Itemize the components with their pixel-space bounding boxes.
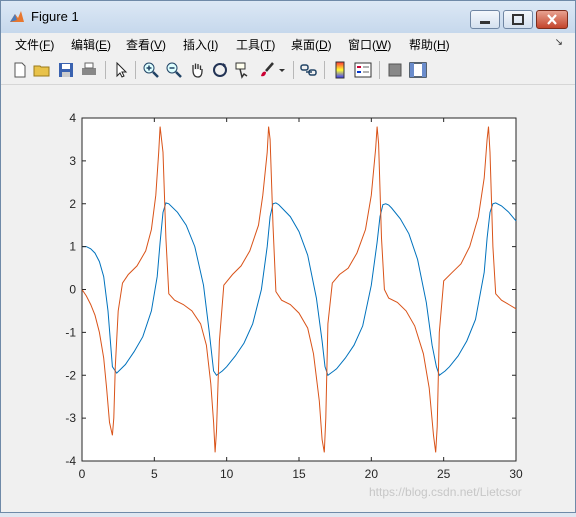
minimize-button[interactable] (470, 10, 500, 29)
x-tick-label: 30 (509, 467, 523, 481)
menu-window[interactable]: 窗口(W) (348, 36, 391, 53)
x-tick-label: 5 (151, 467, 158, 481)
legend-icon[interactable] (354, 61, 372, 79)
brush-icon[interactable] (258, 61, 276, 79)
open-icon[interactable] (33, 61, 51, 79)
close-button[interactable] (536, 10, 568, 29)
figure-area: 0 5 10 15 20 25 30 -4 -3 -2 -1 0 1 2 3 4 (1, 85, 575, 512)
minimize-icon (480, 21, 490, 24)
y-tick-label: -2 (65, 368, 76, 382)
save-icon[interactable] (57, 61, 75, 79)
maximize-icon (512, 14, 524, 25)
menu-view[interactable]: 查看(V) (126, 36, 166, 53)
y-tick-label: -1 (65, 325, 76, 339)
x-tick-label: 10 (220, 467, 234, 481)
toolbar (1, 56, 575, 85)
toolbar-separator (135, 61, 136, 79)
toolbar-separator (293, 61, 294, 79)
print-icon[interactable] (80, 61, 98, 79)
menu-dock-arrow-icon[interactable]: ↘ (555, 37, 563, 48)
y-tick-label: 4 (69, 111, 76, 125)
menu-file[interactable]: 文件(F) (15, 36, 54, 53)
y-tick-label: 1 (69, 240, 76, 254)
zoom-out-icon[interactable] (165, 61, 183, 79)
plot-canvas[interactable]: 0 5 10 15 20 25 30 -4 -3 -2 -1 0 1 2 3 4 (1, 85, 575, 512)
show-plot-tools-icon[interactable] (409, 61, 427, 79)
matlab-icon (10, 11, 24, 22)
y-tick-label: 3 (69, 154, 76, 168)
brush-dropdown-icon[interactable] (277, 61, 287, 79)
menu-desktop[interactable]: 桌面(D) (291, 36, 332, 53)
y-tick-label: -3 (65, 411, 76, 425)
menu-bar: 文件(F) 编辑(E) 查看(V) 插入(I) 工具(T) 桌面(D) 窗口(W… (1, 33, 575, 55)
link-plot-icon[interactable] (300, 61, 318, 79)
rotate-icon[interactable] (211, 61, 229, 79)
close-icon (547, 14, 557, 25)
menu-help[interactable]: 帮助(H) (409, 36, 450, 53)
colorbar-icon[interactable] (331, 61, 349, 79)
title-bar[interactable]: Figure 1 (1, 1, 575, 34)
pan-icon[interactable] (188, 61, 206, 79)
toolbar-separator (324, 61, 325, 79)
maximize-button[interactable] (503, 10, 533, 29)
x-tick-label: 25 (437, 467, 451, 481)
y-tick-label: -4 (65, 454, 76, 468)
x-tick-label: 15 (292, 467, 306, 481)
pointer-icon[interactable] (112, 61, 130, 79)
zoom-in-icon[interactable] (142, 61, 160, 79)
data-cursor-icon[interactable] (234, 61, 252, 79)
menu-insert[interactable]: 插入(I) (183, 36, 218, 53)
watermark: https://blog.csdn.net/Lietcsor (369, 485, 522, 499)
toolbar-separator (379, 61, 380, 79)
y-tick-label: 2 (69, 197, 76, 211)
hide-plot-tools-icon[interactable] (386, 61, 404, 79)
toolbar-separator (105, 61, 106, 79)
window-title: Figure 1 (31, 9, 79, 24)
y-tick-label: 0 (69, 283, 76, 297)
figure-window: Figure 1 文件(F) 编辑(E) 查看(V) 插入(I) 工具(T) 桌… (0, 0, 576, 513)
x-tick-label: 20 (365, 467, 379, 481)
menu-edit[interactable]: 编辑(E) (71, 36, 111, 53)
x-tick-label: 0 (79, 467, 86, 481)
axes-box[interactable] (81, 117, 517, 462)
menu-tools[interactable]: 工具(T) (236, 36, 275, 53)
new-figure-icon[interactable] (11, 61, 29, 79)
